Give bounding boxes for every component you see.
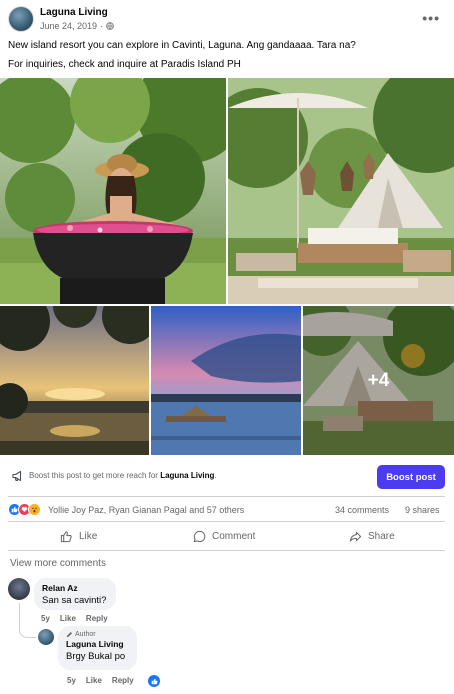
reaction-names[interactable]: Yollie Joy Paz, Ryan Gianan Pagal and 57… (48, 505, 244, 515)
shares-count[interactable]: 9 shares (405, 505, 440, 515)
author-badge: Author (66, 631, 129, 638)
photo-2[interactable] (228, 78, 454, 304)
page-avatar[interactable] (8, 6, 34, 32)
share-button[interactable]: Share (349, 528, 395, 544)
comment-like-link[interactable]: Like (60, 614, 76, 623)
boost-page-name: Laguna Living (160, 471, 215, 480)
more-options-button[interactable]: ••• (422, 10, 440, 26)
reply-bubble: Author Laguna Living Brgy Bukal po (58, 626, 137, 670)
photo-1[interactable] (0, 78, 226, 304)
author-avatar[interactable] (38, 629, 54, 645)
photo-4[interactable] (151, 306, 301, 455)
comment-bubble: Relan Az San sa cavinti? (34, 578, 116, 610)
comment-bubble-icon (193, 530, 206, 542)
comment-label: Comment (212, 530, 256, 542)
reply-time[interactable]: 5y (67, 676, 76, 685)
photo-woman-bath-image (0, 78, 226, 304)
reply-like-link[interactable]: Like (86, 676, 102, 685)
comments-count[interactable]: 34 comments (335, 505, 389, 515)
commenter-name[interactable]: Relan Az (42, 583, 108, 593)
photo-5[interactable]: +4 (303, 306, 454, 455)
thumbs-up-icon (60, 530, 72, 542)
reply-thread-line (19, 603, 36, 638)
post-text-line-2: For inquiries, check and inquire at Para… (8, 59, 241, 70)
like-reaction-badge[interactable] (148, 675, 160, 687)
photo-dusk-lake-image (151, 306, 301, 455)
post-text-line-1: New island resort you can explore in Cav… (8, 40, 356, 51)
like-button[interactable]: Like (60, 528, 97, 544)
like-icon (151, 678, 158, 684)
divider (8, 550, 445, 551)
view-more-comments-link[interactable]: View more comments (10, 558, 106, 569)
reply-author-name[interactable]: Laguna Living (66, 639, 129, 649)
page-name[interactable]: Laguna Living (40, 7, 108, 18)
photo-glamping-image (228, 78, 454, 304)
share-arrow-icon (349, 531, 362, 542)
post-date-row: June 24, 2019 · (40, 21, 114, 31)
share-label: Share (368, 530, 395, 542)
comment-text: San sa cavinti? (42, 595, 107, 606)
photo-sunset-lake-image (0, 306, 149, 455)
reaction-icons[interactable] (8, 503, 41, 516)
comment-button[interactable]: Comment (193, 528, 255, 544)
wow-icon (28, 503, 41, 516)
post-date[interactable]: June 24, 2019 (40, 21, 97, 31)
more-photos-overlay[interactable]: +4 (303, 306, 454, 455)
globe-icon (106, 22, 114, 30)
pencil-icon (66, 631, 73, 638)
reply-reply-link[interactable]: Reply (112, 676, 134, 685)
reply-text: Brgy Bukal po (66, 651, 126, 662)
divider (8, 521, 445, 522)
comment-actions: 5y Like Reply (41, 614, 108, 623)
author-badge-label: Author (75, 631, 96, 638)
boost-message: Boost this post to get more reach for La… (29, 471, 217, 480)
separator-dot: · (100, 21, 104, 31)
divider (8, 496, 445, 497)
photo-3[interactable] (0, 306, 149, 455)
boost-post-button[interactable]: Boost post (377, 465, 445, 489)
commenter-avatar[interactable] (8, 578, 30, 600)
megaphone-icon (12, 470, 22, 482)
like-label: Like (79, 530, 98, 542)
comment-reply-link[interactable]: Reply (86, 614, 108, 623)
reply-actions: 5y Like Reply (67, 676, 134, 685)
comment-time[interactable]: 5y (41, 614, 50, 623)
